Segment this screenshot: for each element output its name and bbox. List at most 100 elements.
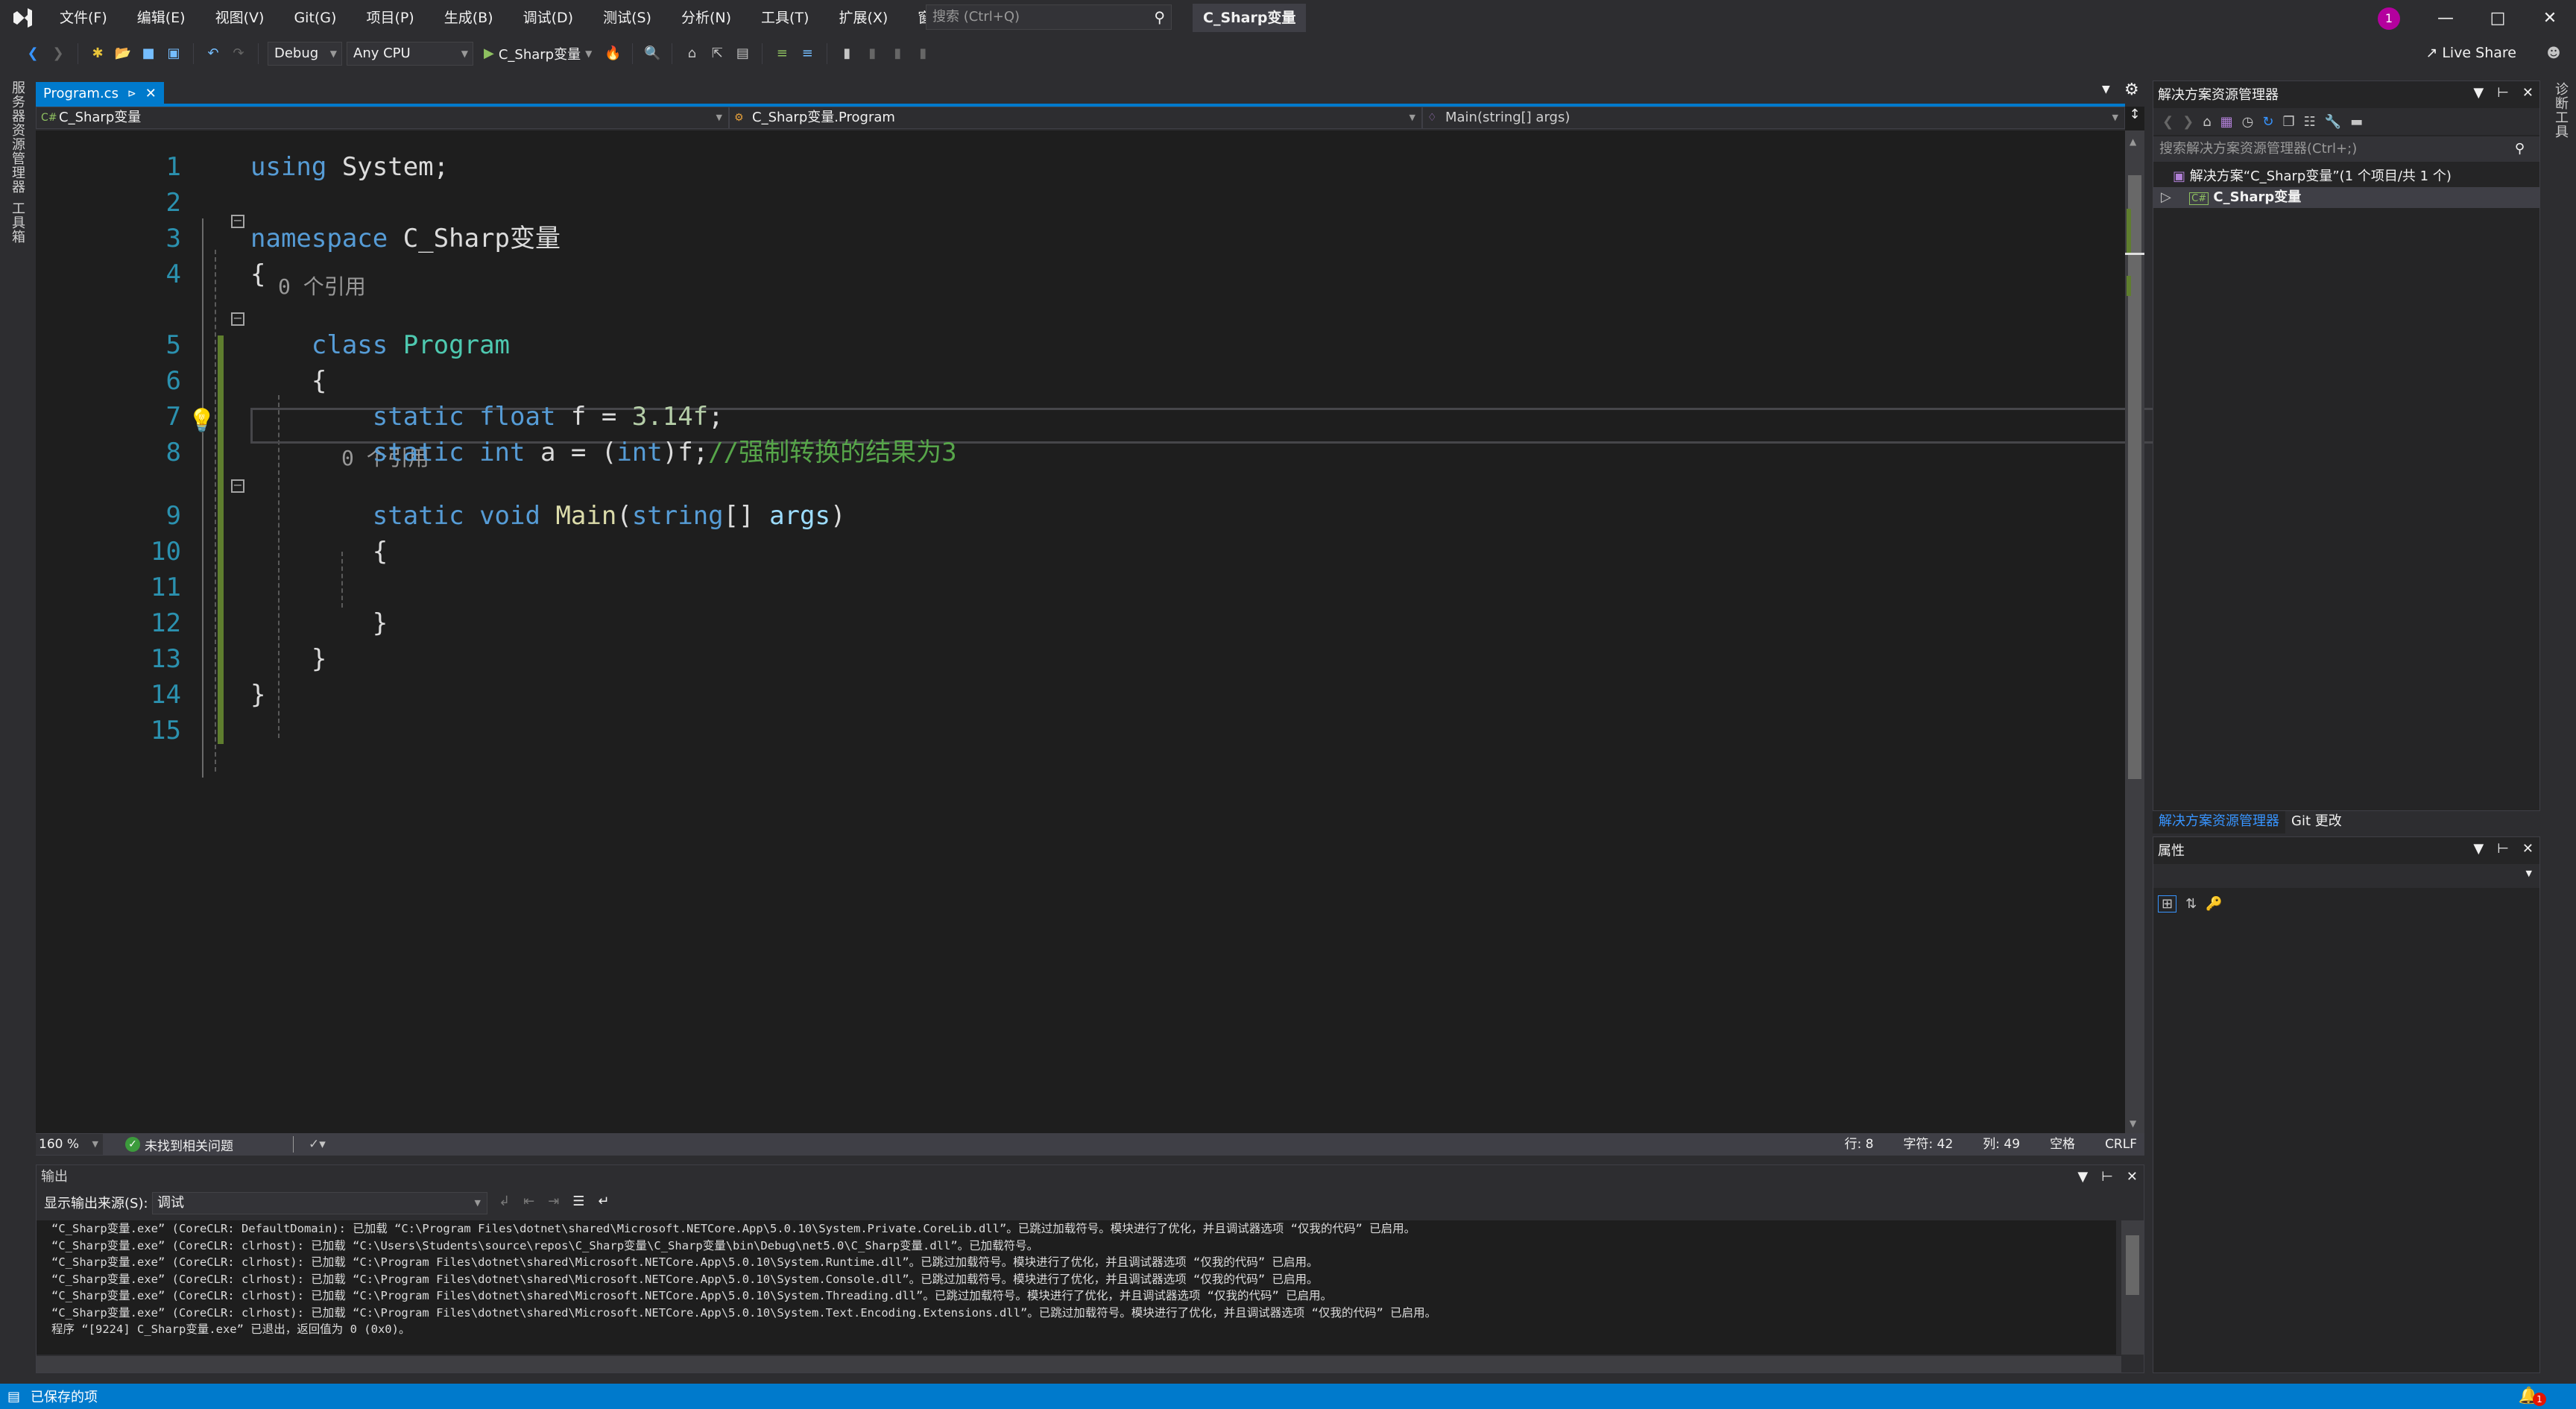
preview-icon[interactable]: ▬	[2350, 114, 2363, 130]
code-cleanup-icon[interactable]: ✓▾	[309, 1137, 326, 1152]
back-icon[interactable]: ❮	[2162, 114, 2174, 130]
menu-item[interactable]: Git(G)	[279, 0, 351, 36]
scroll-down-icon[interactable]: ▼	[2130, 1118, 2136, 1129]
open-file-icon[interactable]: 📂	[113, 43, 133, 64]
uncomment-lines-icon[interactable]: ≡	[797, 43, 818, 64]
zoom-level-select[interactable]: 160 % ▼	[36, 1134, 103, 1155]
editor-vertical-scrollbar[interactable]: ▲ ▼	[2125, 130, 2144, 1133]
code-line[interactable]: static int a = (int)f;//强制转换的结果为3	[250, 435, 957, 470]
save-icon[interactable]: ■	[138, 43, 159, 64]
line-ending[interactable]: CRLF	[2105, 1133, 2137, 1156]
code-line[interactable]: }	[250, 641, 326, 677]
word-wrap-icon[interactable]: ↵	[598, 1194, 609, 1209]
menu-item[interactable]: 调试(D)	[508, 0, 588, 36]
output-vertical-scrollbar[interactable]	[2121, 1220, 2144, 1355]
menu-item[interactable]: 分析(N)	[666, 0, 746, 36]
menu-item[interactable]: 扩展(X)	[824, 0, 903, 36]
navigate-back-icon[interactable]: ❮	[22, 43, 43, 64]
toolbox-tab[interactable]: 工具箱	[7, 201, 27, 244]
minimize-button[interactable]: —	[2419, 0, 2472, 36]
menu-item[interactable]: 项目(P)	[351, 0, 429, 36]
whitespace-mode[interactable]: 空格	[2050, 1133, 2075, 1156]
tab-program-cs[interactable]: Program.cs ⊳ ✕	[36, 82, 164, 105]
navigate-forward-icon[interactable]: ❯	[48, 43, 69, 64]
scroll-up-icon[interactable]: ▲	[2130, 136, 2136, 147]
alphabetical-icon[interactable]: ⇅	[2185, 896, 2197, 912]
notifications-button[interactable]: 🔔 1	[2519, 1387, 2546, 1406]
code-line[interactable]: class Program	[250, 327, 510, 363]
close-icon[interactable]: ✕	[2127, 1167, 2138, 1188]
menu-item[interactable]: 生成(B)	[429, 0, 508, 36]
output-horizontal-scrollbar[interactable]	[37, 1356, 2121, 1372]
bookmark-icon[interactable]: ▮	[836, 43, 857, 64]
window-position-icon[interactable]: ▼	[2473, 83, 2484, 104]
home-icon[interactable]: ⌂	[2203, 114, 2211, 130]
code-editor[interactable]: 💡 − − − 0 个引用 0 个引用 1 using System; 2 3 name…	[36, 130, 2159, 1133]
solution-view-icon[interactable]: ▤	[732, 43, 753, 64]
properties-object-select[interactable]: ▼	[2153, 864, 2539, 888]
pin-tab-icon[interactable]: ⊳	[127, 88, 136, 100]
output-source-select[interactable]: 调试 ▼	[152, 1192, 487, 1214]
start-debugging-button[interactable]: ▶ C_Sharp变量 ▼	[478, 44, 598, 63]
close-tab-icon[interactable]: ✕	[145, 86, 157, 101]
code-line[interactable]: using System;	[250, 149, 449, 185]
tree-item-project[interactable]: ▷ C# C_Sharp变量	[2153, 187, 2539, 208]
lightbulb-icon[interactable]: 💡	[188, 408, 215, 434]
sync-icon[interactable]: ↻	[2262, 114, 2273, 130]
solution-explorer-search-input[interactable]: 搜索解决方案资源管理器(Ctrl+;) ⚲	[2153, 136, 2539, 162]
collapse-method-icon[interactable]: −	[231, 479, 244, 493]
next-message-icon[interactable]: ⇥	[548, 1194, 559, 1209]
issues-indicator[interactable]: ✓ 未找到相关问题	[125, 1135, 233, 1154]
tab-solution-explorer[interactable]: 解决方案资源管理器	[2153, 811, 2285, 833]
menu-item[interactable]: 编辑(E)	[122, 0, 201, 36]
tab-list-dropdown-icon[interactable]: ▼	[2102, 83, 2110, 95]
pin-icon[interactable]: ⊢	[2497, 839, 2509, 860]
gear-icon[interactable]: ⚙	[2124, 81, 2139, 99]
new-item-icon[interactable]: ✱	[87, 43, 108, 64]
search-input[interactable]: 搜索 (Ctrl+Q) ⚲	[926, 4, 1172, 30]
diagnostic-tools-tab[interactable]: 诊断工具	[2551, 82, 2570, 139]
codelens-references[interactable]: 0 个引用	[278, 272, 366, 302]
pending-changes-filter-icon[interactable]: ◷	[2242, 114, 2254, 130]
scrollbar-thumb[interactable]	[2126, 1235, 2139, 1295]
output-text[interactable]: “C_Sharp变量.exe” (CoreCLR: DefaultDomain)…	[37, 1220, 2116, 1355]
code-line[interactable]: {	[250, 256, 265, 292]
close-icon[interactable]: ✕	[2522, 83, 2534, 104]
hot-reload-icon[interactable]: 🔥	[602, 43, 623, 64]
code-line[interactable]: static void Main(string[] args)	[250, 498, 846, 534]
find-message-icon[interactable]: ↲	[499, 1194, 510, 1209]
code-line[interactable]: namespace C_Sharp变量	[250, 221, 561, 256]
code-line[interactable]: {	[250, 363, 326, 399]
window-position-icon[interactable]: ▼	[2473, 839, 2484, 860]
tab-git-changes[interactable]: Git 更改	[2285, 811, 2348, 833]
type-dropdown[interactable]: ⚙ C_Sharp变量.Program ▼	[729, 107, 1422, 129]
platform-select[interactable]: Any CPU ▼	[347, 41, 473, 66]
code-line[interactable]: }	[250, 677, 265, 713]
clear-bookmarks-icon[interactable]: ▮	[912, 43, 933, 64]
window-position-icon[interactable]: ▼	[2077, 1167, 2088, 1188]
find-in-files-icon[interactable]: 🔍	[642, 43, 663, 64]
scrollbar-thumb[interactable]	[2128, 175, 2141, 779]
properties-icon[interactable]: 🔧	[2325, 114, 2341, 130]
save-all-icon[interactable]: ▣	[163, 43, 184, 64]
expand-arrow-icon[interactable]: ▷	[2161, 189, 2171, 205]
pin-icon[interactable]: ⊢	[2497, 83, 2509, 104]
caret-char[interactable]: 字符: 42	[1904, 1133, 1954, 1156]
previous-bookmark-icon[interactable]: ▮	[862, 43, 883, 64]
property-pages-icon[interactable]: 🔑	[2206, 896, 2222, 912]
forward-icon[interactable]: ❯	[2182, 114, 2194, 130]
select-element-icon[interactable]: ⇱	[707, 43, 727, 64]
menu-item[interactable]: 测试(S)	[588, 0, 666, 36]
project-dropdown[interactable]: C# C_Sharp变量 ▼	[36, 107, 729, 129]
close-icon[interactable]: ✕	[2522, 839, 2534, 860]
next-bookmark-icon[interactable]: ▮	[887, 43, 908, 64]
collapse-class-icon[interactable]: −	[231, 312, 244, 326]
menu-item[interactable]: 视图(V)	[201, 0, 280, 36]
comment-lines-icon[interactable]: ≡	[771, 43, 792, 64]
show-all-files-icon[interactable]: ☷	[2304, 114, 2316, 130]
code-line[interactable]: {	[250, 534, 388, 570]
maximize-button[interactable]: □	[2472, 0, 2524, 36]
redo-icon[interactable]: ↷	[228, 43, 249, 64]
switch-views-icon[interactable]: ▦	[2220, 114, 2233, 130]
caret-column[interactable]: 列: 49	[1983, 1133, 2020, 1156]
